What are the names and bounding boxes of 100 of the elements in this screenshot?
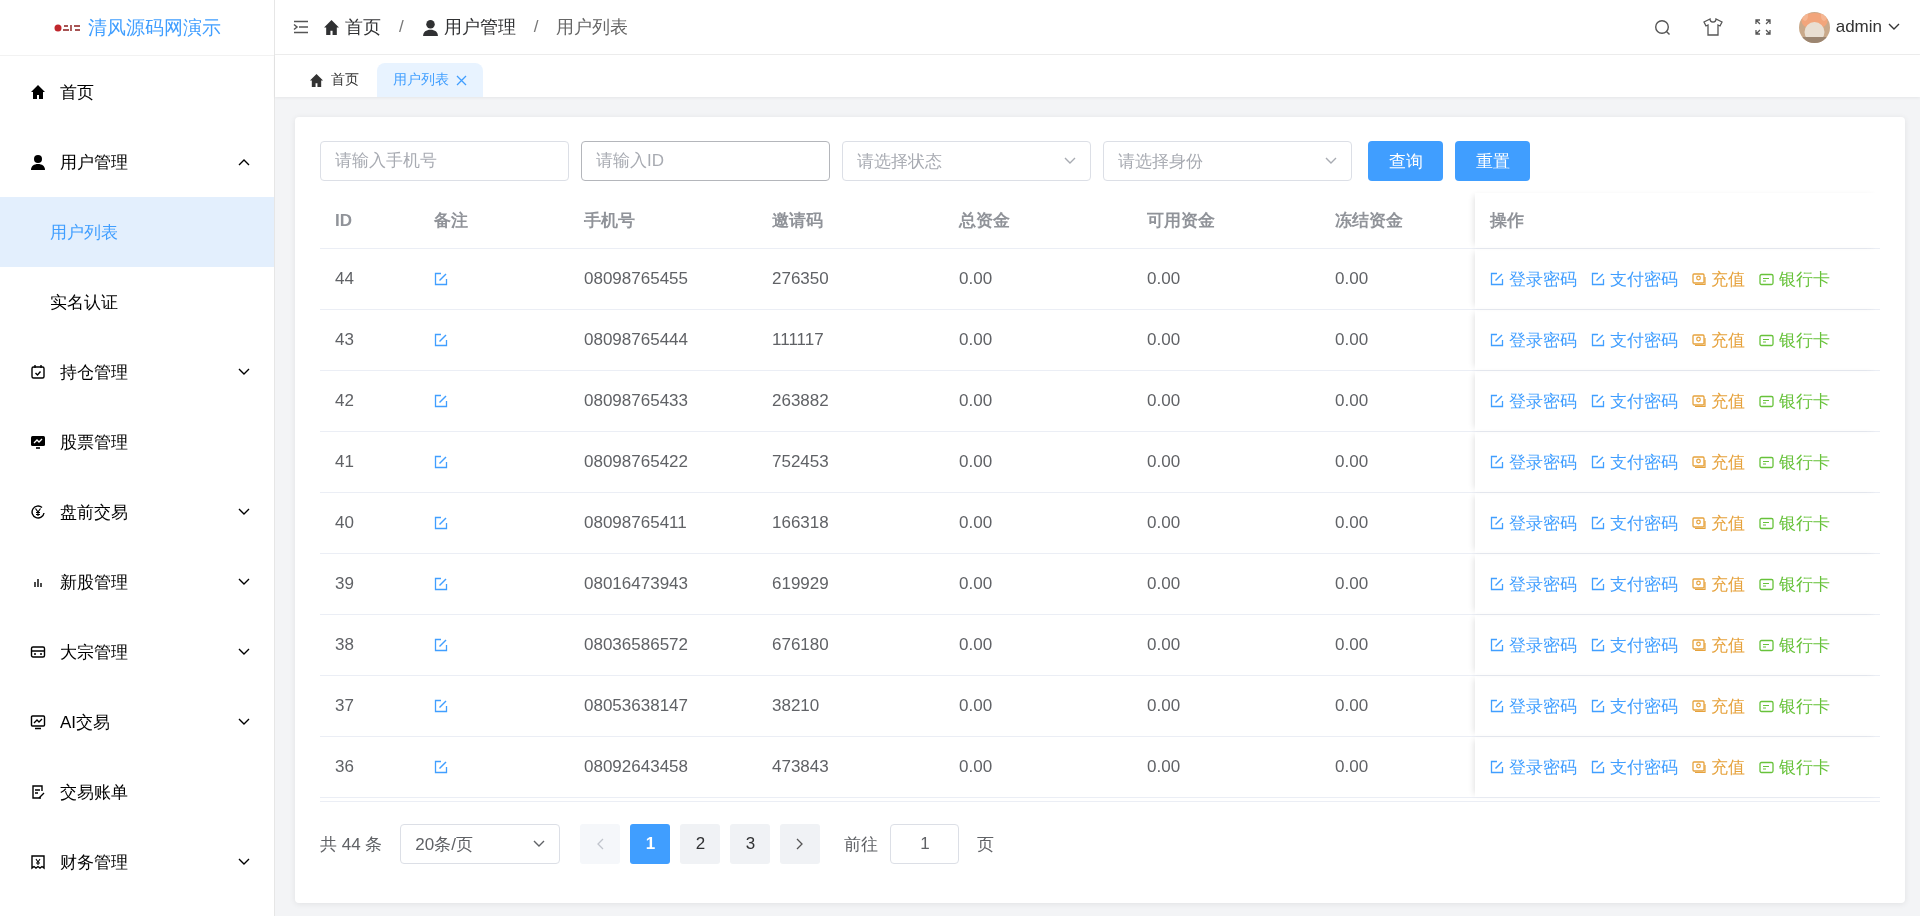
shirt-icon[interactable] xyxy=(1702,18,1723,36)
action-link[interactable]: 支付密码 xyxy=(1591,267,1678,291)
action-link[interactable]: 登录密码 xyxy=(1490,450,1577,474)
card-icon xyxy=(1759,760,1774,774)
menu-group[interactable]: 财务管理 xyxy=(0,827,274,897)
column-header: 操作 xyxy=(1475,193,1880,248)
action-link[interactable]: 充值 xyxy=(1692,633,1745,657)
text-field[interactable]: 请输入手机号 xyxy=(320,141,569,181)
search-icon[interactable] xyxy=(1653,18,1671,36)
table-cell-text: 08098765444 xyxy=(583,329,689,351)
action-button[interactable]: 查询 xyxy=(1368,141,1443,181)
select-field[interactable]: 请选择身份 xyxy=(1103,141,1352,181)
fullscreen-icon[interactable] xyxy=(1754,19,1771,35)
action-link[interactable]: 银行卡 xyxy=(1759,389,1830,413)
calendar-icon xyxy=(30,364,46,380)
edit-icon xyxy=(1591,394,1605,408)
chevron-down-icon xyxy=(238,718,250,726)
menu-group[interactable]: 盘前交易 xyxy=(0,477,274,547)
submenu-item[interactable]: 用户列表 xyxy=(0,197,274,267)
menu-group[interactable]: 新股管理 xyxy=(0,547,274,617)
chevron-down-icon xyxy=(238,578,250,586)
page-button[interactable]: 3 xyxy=(730,824,771,864)
edit-icon xyxy=(1490,760,1504,774)
table-cell-text: 0.00 xyxy=(958,634,994,656)
action-link[interactable]: 支付密码 xyxy=(1591,755,1678,779)
action-link[interactable]: 登录密码 xyxy=(1490,328,1577,352)
wallet-icon xyxy=(1692,577,1706,591)
edit-icon xyxy=(1490,333,1504,347)
page-size-select[interactable]: 20条/页 xyxy=(400,824,561,864)
wallet-icon xyxy=(1692,699,1706,713)
page-button[interactable]: 1 xyxy=(630,824,671,864)
action-link[interactable]: 支付密码 xyxy=(1591,450,1678,474)
action-link[interactable]: 充值 xyxy=(1692,572,1745,596)
action-link[interactable]: 银行卡 xyxy=(1759,572,1830,596)
action-link[interactable]: 充值 xyxy=(1692,694,1745,718)
action-link[interactable]: 银行卡 xyxy=(1759,755,1830,779)
action-link[interactable]: 支付密码 xyxy=(1591,511,1678,535)
action-link[interactable]: 充值 xyxy=(1692,755,1745,779)
tab[interactable]: 首页 xyxy=(293,63,375,97)
goto-label: 前往 xyxy=(844,833,879,856)
menu-group[interactable]: 用户管理 xyxy=(0,127,274,197)
table-cell-text: 44 xyxy=(334,268,355,290)
action-link[interactable]: 银行卡 xyxy=(1759,694,1830,718)
breadcrumb-item[interactable]: 用户管理 xyxy=(443,15,516,39)
edit-icon xyxy=(1490,699,1504,713)
action-link[interactable]: 充值 xyxy=(1692,450,1745,474)
menu-item[interactable]: 交易账单 xyxy=(0,757,274,827)
page-button[interactable]: 2 xyxy=(680,824,721,864)
action-link[interactable]: 充值 xyxy=(1692,267,1745,291)
breadcrumb-item[interactable]: 首页 xyxy=(345,15,381,39)
menu-item[interactable]: 首页 xyxy=(0,57,274,127)
table-cell-text: 0.00 xyxy=(1334,573,1370,595)
action-link[interactable]: 登录密码 xyxy=(1490,389,1577,413)
action-link[interactable]: 支付密码 xyxy=(1591,694,1678,718)
tab[interactable]: 用户列表 xyxy=(377,63,483,97)
menu-group[interactable]: 持仓管理 xyxy=(0,337,274,407)
username[interactable]: admin xyxy=(1835,17,1882,37)
action-link[interactable]: 登录密码 xyxy=(1490,511,1577,535)
action-link[interactable]: 登录密码 xyxy=(1490,633,1577,657)
select-field[interactable]: 请选择状态 xyxy=(842,141,1091,181)
page-input[interactable]: 1 xyxy=(890,824,960,864)
menu-icon[interactable] xyxy=(293,20,309,34)
menu-item[interactable]: 股票管理 xyxy=(0,407,274,477)
logo-icon xyxy=(53,22,82,33)
action-link[interactable]: 支付密码 xyxy=(1591,389,1678,413)
action-link[interactable]: 银行卡 xyxy=(1759,328,1830,352)
total-count: 共 44 条 xyxy=(320,833,383,856)
chevron-down-icon xyxy=(1325,157,1337,165)
table-cell-text: 37 xyxy=(334,695,355,717)
action-link[interactable]: 支付密码 xyxy=(1591,572,1678,596)
action-link[interactable]: 充值 xyxy=(1692,389,1745,413)
submenu-item[interactable]: 实名认证 xyxy=(0,267,274,337)
wallet-icon xyxy=(1692,272,1706,286)
menu-group[interactable]: AI交易 xyxy=(0,687,274,757)
action-link[interactable]: 银行卡 xyxy=(1759,450,1830,474)
action-link[interactable]: 登录密码 xyxy=(1490,694,1577,718)
menu-group[interactable]: 大宗管理 xyxy=(0,617,274,687)
column-header: 邀请码 xyxy=(771,210,824,232)
action-link[interactable]: 支付密码 xyxy=(1591,328,1678,352)
edit-icon xyxy=(1490,577,1504,591)
action-link[interactable]: 登录密码 xyxy=(1490,572,1577,596)
home-icon xyxy=(323,18,340,36)
table-cell-text: 0.00 xyxy=(958,512,994,534)
table-cell-text: 0.00 xyxy=(1334,756,1370,778)
edit-icon xyxy=(434,455,448,469)
action-link[interactable]: 银行卡 xyxy=(1759,267,1830,291)
action-link[interactable]: 登录密码 xyxy=(1490,267,1577,291)
table-cell-text: 08036586572 xyxy=(583,634,689,656)
table-cell-text: 0.00 xyxy=(958,756,994,778)
action-link[interactable]: 登录密码 xyxy=(1490,755,1577,779)
edit-icon xyxy=(434,394,448,408)
text-field[interactable]: 请输入ID xyxy=(581,141,830,181)
table-cell-text: 08098765422 xyxy=(583,451,689,473)
action-link[interactable]: 充值 xyxy=(1692,511,1745,535)
action-link[interactable]: 支付密码 xyxy=(1591,633,1678,657)
action-link[interactable]: 银行卡 xyxy=(1759,511,1830,535)
action-button[interactable]: 重置 xyxy=(1455,141,1530,181)
chevron-down-icon xyxy=(238,858,250,866)
action-link[interactable]: 充值 xyxy=(1692,328,1745,352)
action-link[interactable]: 银行卡 xyxy=(1759,633,1830,657)
